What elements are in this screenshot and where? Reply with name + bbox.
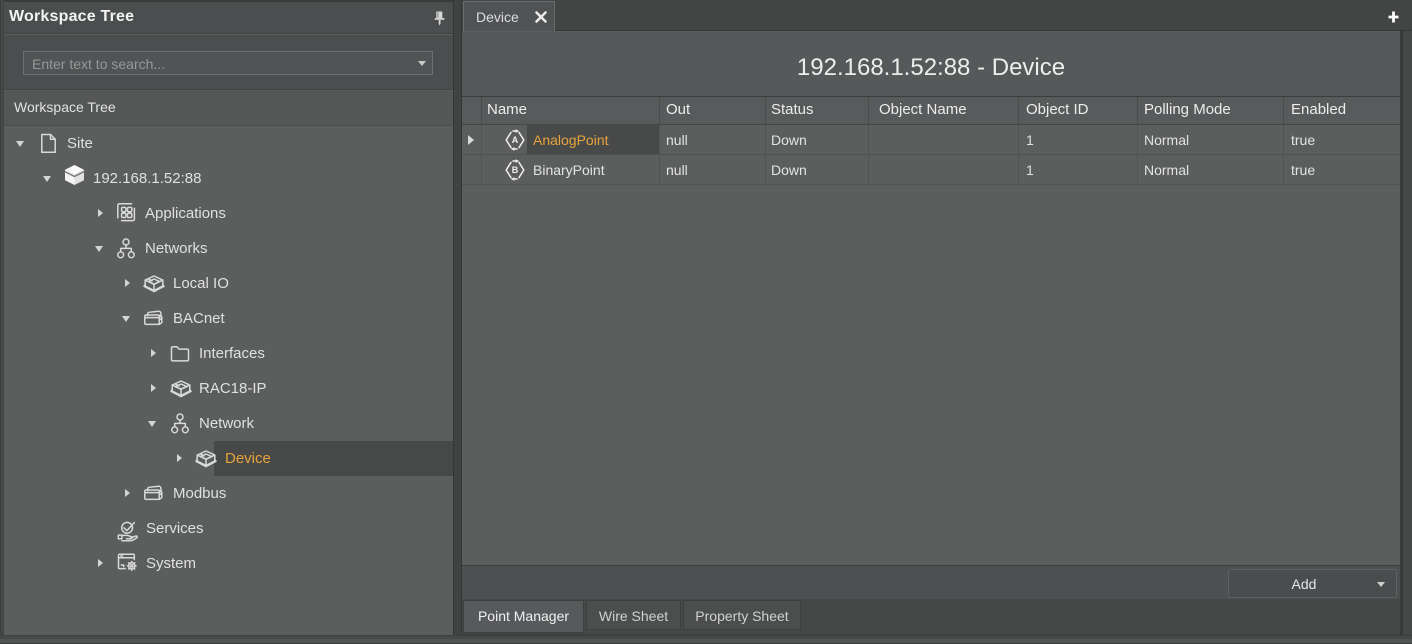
- svg-text:A: A: [512, 135, 519, 145]
- svg-text:B: B: [512, 165, 519, 175]
